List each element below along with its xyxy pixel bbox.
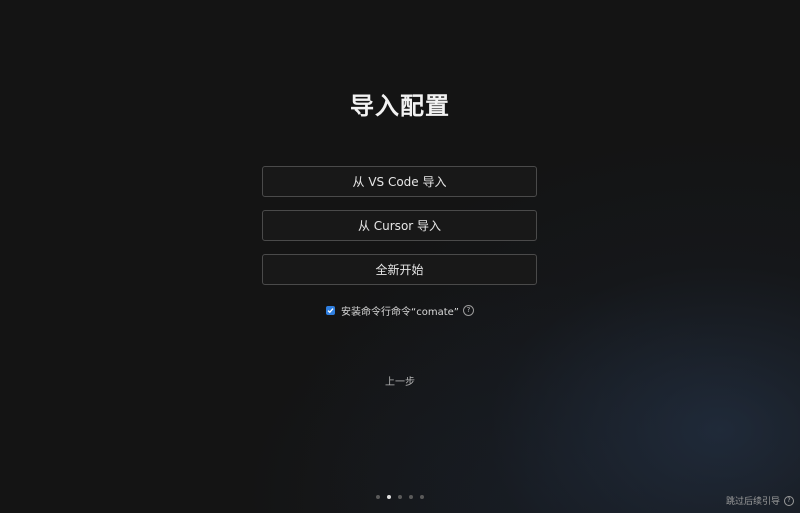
step-dot (420, 495, 424, 499)
import-cursor-label: 从 Cursor 导入 (357, 219, 442, 233)
check-icon (327, 308, 334, 314)
step-dot (409, 495, 413, 499)
step-dot-active (387, 495, 391, 499)
step-indicator (0, 495, 800, 499)
install-cli-checkbox[interactable] (326, 306, 336, 315)
previous-step-button[interactable]: 上一步 (0, 373, 800, 388)
start-fresh-button[interactable]: 全新开始 (262, 254, 537, 285)
install-cli-option: 安装命令行命令“comate” ? (0, 303, 800, 318)
question-circle-icon[interactable]: ? (784, 495, 794, 506)
skip-onboarding-label: 跳过后续引导 (725, 497, 780, 507)
skip-onboarding-button[interactable]: 跳过后续引导 ? (726, 494, 794, 507)
import-cursor-button[interactable]: 从 Cursor 导入 (262, 210, 537, 241)
start-fresh-label: 全新开始 (375, 263, 424, 277)
question-circle-icon[interactable]: ? (462, 305, 474, 316)
install-cli-label[interactable]: 安装命令行命令“comate” (341, 303, 459, 318)
import-vscode-button[interactable]: 从 VS Code 导入 (262, 166, 537, 197)
step-dot (398, 495, 402, 499)
page-title: 导入配置 (350, 92, 450, 120)
import-vscode-label: 从 VS Code 导入 (352, 175, 447, 189)
step-dot (376, 495, 380, 499)
